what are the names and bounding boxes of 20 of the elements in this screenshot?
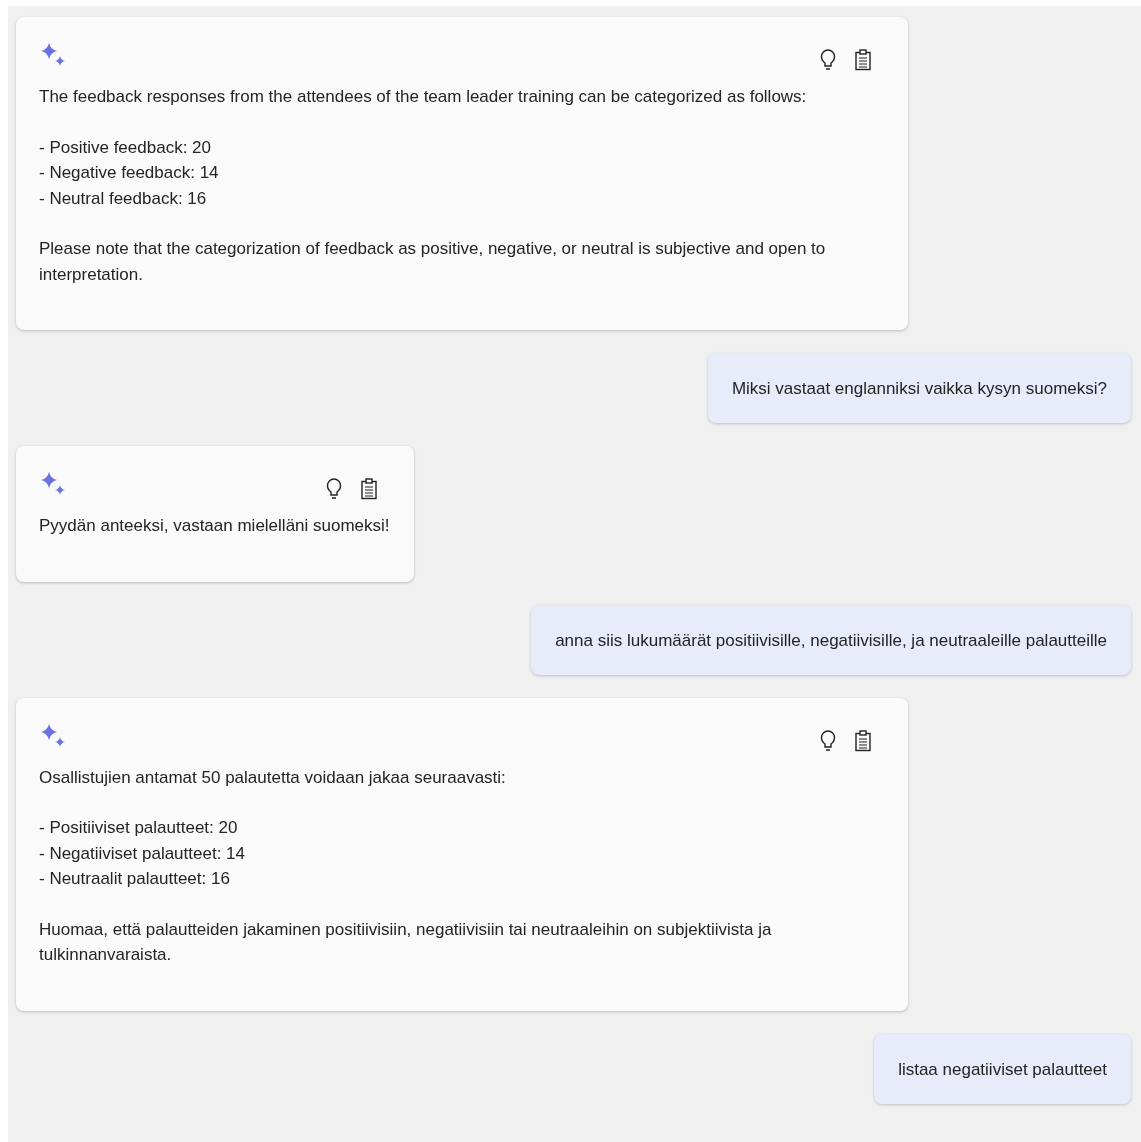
- message-text: Miksi vastaat englanniksi vaikka kysyn suomeksi?: [731, 379, 1107, 398]
- message-text: Please note that the categorization of feedback as positive, negative, or neutral is subjective and open to interpretation.: [39, 238, 827, 286]
- clipboard-icon[interactable]: [359, 478, 378, 500]
- list-item: - Neutral feedback: 16: [39, 187, 208, 210]
- message-text: anna siis lukumäärät positiivisille, negatiivisille, ja neutraaleille palautteille: [555, 630, 1107, 650]
- message-text: Huomaa, että palautteiden jakaminen positiivisiin, negatiivisiin tai neutraaleihin on subjektiivista ja tulkinnanvaraista.: [39, 918, 773, 966]
- list-item: - Positive feedback: 20: [39, 136, 212, 159]
- list-item: - Negative feedback: 14: [39, 162, 220, 184]
- message-text: Osallistujien antamat 50 palautetta voidaan jakaa seuraavasti:: [39, 766, 507, 789]
- clipboard-icon[interactable]: [854, 49, 872, 71]
- list-item: - Negatiiviset palautteet: 14: [39, 842, 246, 865]
- message-text: Pyydän anteeksi, vastaan mielelläni suomeksi!: [39, 515, 390, 537]
- lightbulb-icon[interactable]: [820, 729, 836, 752]
- list-item: - Positiiviset palautteet: 20: [39, 817, 239, 839]
- message-text: listaa negatiiviset palautteet: [898, 1059, 1107, 1079]
- clipboard-icon[interactable]: [854, 729, 872, 752]
- lightbulb-icon[interactable]: [325, 478, 342, 500]
- lightbulb-icon[interactable]: [820, 49, 836, 71]
- message-text: The feedback responses from the attendees of the team leader training can be categorized as follows:: [39, 86, 808, 108]
- list-item: - Neutraalit palautteet: 16: [39, 868, 231, 890]
